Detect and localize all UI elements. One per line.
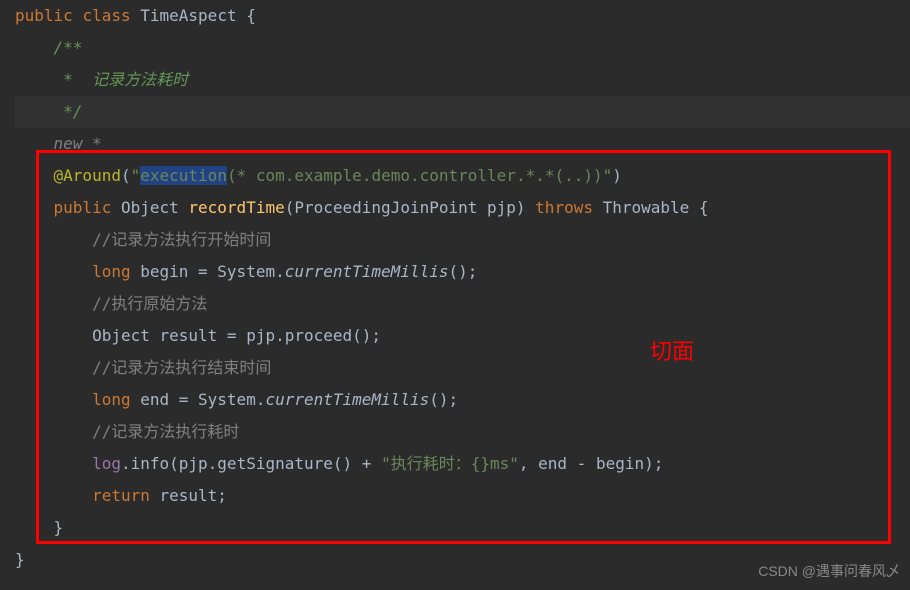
- comment: //执行原始方法: [92, 294, 207, 313]
- brace: {: [237, 6, 256, 25]
- code-line: long end = System.currentTimeMillis();: [15, 384, 910, 416]
- log-var: log: [92, 454, 121, 473]
- code-line: @Around("execution(* com.example.demo.co…: [15, 160, 910, 192]
- selected-text: execution: [140, 166, 227, 185]
- comment: //记录方法执行耗时: [92, 422, 239, 441]
- keyword-public: public: [54, 198, 112, 217]
- class-name: TimeAspect: [140, 6, 236, 25]
- code-line-highlighted: */: [15, 96, 910, 128]
- javadoc-start: /**: [54, 38, 83, 57]
- keyword-long: long: [92, 390, 131, 409]
- code-line: //记录方法执行开始时间: [15, 224, 910, 256]
- keyword-class: class: [82, 6, 130, 25]
- annotation-label: 切面: [650, 330, 694, 374]
- code-line: public class TimeAspect {: [15, 0, 910, 32]
- code-line: long begin = System.currentTimeMillis();: [15, 256, 910, 288]
- javadoc-text: 记录方法耗时: [82, 70, 188, 89]
- code-line: new *: [15, 128, 910, 160]
- code-line: }: [15, 512, 910, 544]
- code-line: public Object recordTime(ProceedingJoinP…: [15, 192, 910, 224]
- code-line: * 记录方法耗时: [15, 64, 910, 96]
- code-line: log.info(pjp.getSignature() + "执行耗时：{}ms…: [15, 448, 910, 480]
- static-method: currentTimeMillis: [265, 390, 429, 409]
- hint-text: new *: [54, 134, 102, 153]
- watermark: CSDN @遇事问春风乄: [758, 557, 900, 585]
- code-line: /**: [15, 32, 910, 64]
- keyword-throws: throws: [535, 198, 593, 217]
- keyword-return: return: [92, 486, 150, 505]
- code-editor[interactable]: public class TimeAspect { /** * 记录方法耗时 *…: [0, 0, 910, 576]
- code-line: //记录方法执行耗时: [15, 416, 910, 448]
- comment: //记录方法执行结束时间: [92, 358, 271, 377]
- code-line: //执行原始方法: [15, 288, 910, 320]
- javadoc-end: */: [63, 102, 82, 121]
- javadoc-star: *: [63, 70, 82, 89]
- brace: }: [54, 518, 64, 537]
- static-method: currentTimeMillis: [285, 262, 449, 281]
- keyword-long: long: [92, 262, 131, 281]
- code-line: //记录方法执行结束时间: [15, 352, 910, 384]
- code-line: Object result = pjp.proceed();: [15, 320, 910, 352]
- keyword-public: public: [15, 6, 73, 25]
- string-literal: "执行耗时：{}ms": [381, 454, 519, 473]
- code-line: return result;: [15, 480, 910, 512]
- statement: Object result = pjp.proceed();: [92, 326, 381, 345]
- brace: }: [15, 550, 25, 569]
- annotation-around: @Around: [54, 166, 121, 185]
- method-name: recordTime: [188, 198, 284, 217]
- comment: //记录方法执行开始时间: [92, 230, 271, 249]
